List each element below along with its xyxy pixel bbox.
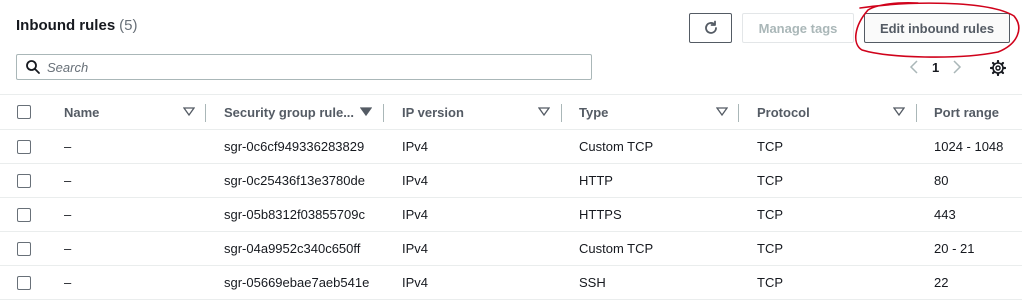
row-checkbox-cell	[17, 164, 31, 197]
cell-ip-version: IPv4	[402, 207, 429, 222]
search-icon	[25, 59, 41, 75]
search-field[interactable]	[16, 54, 592, 80]
cell-ip-version: IPv4	[402, 241, 429, 256]
select-all-checkbox[interactable]	[17, 105, 31, 119]
sort-icon[interactable]	[893, 106, 905, 118]
row-checkbox-cell	[17, 198, 31, 231]
cell-protocol: TCP	[757, 275, 783, 290]
cell-ip-version: IPv4	[402, 275, 429, 290]
column-divider[interactable]	[916, 104, 917, 122]
cell-protocol: TCP	[757, 173, 783, 188]
pagination: 1	[906, 56, 965, 78]
column-divider[interactable]	[738, 104, 739, 122]
row-checkbox[interactable]	[17, 139, 31, 154]
row-checkbox-cell	[17, 130, 31, 163]
column-divider[interactable]	[561, 104, 562, 122]
cell-ip-version: IPv4	[402, 173, 429, 188]
search-input[interactable]	[47, 59, 567, 75]
cell-port-range: 22	[934, 275, 949, 290]
row-checkbox[interactable]	[17, 241, 31, 256]
row-checkbox[interactable]	[17, 173, 31, 188]
edit-inbound-rules-button[interactable]: Edit inbound rules	[864, 13, 1010, 43]
sort-icon[interactable]	[360, 106, 372, 118]
inbound-rules-table: Name Security group rule... IP version T…	[0, 94, 1022, 300]
table-row[interactable]: – sgr-05b8312f03855709c IPv4 HTTPS TCP 4…	[0, 198, 1022, 232]
cell-protocol: TCP	[757, 139, 783, 154]
refresh-icon	[704, 20, 717, 34]
select-all-checkbox-cell	[17, 95, 31, 129]
current-page[interactable]: 1	[922, 60, 949, 75]
cell-port-range: 1024 - 1048	[934, 139, 1004, 154]
chevron-left-icon[interactable]	[906, 56, 922, 78]
cell-port-range: 80	[934, 173, 949, 188]
table-row[interactable]: – sgr-0c6cf949336283829 IPv4 Custom TCP …	[0, 130, 1022, 164]
cell-protocol: TCP	[757, 241, 783, 256]
table-row[interactable]: – sgr-0c25436f13e3780de IPv4 HTTP TCP 80	[0, 164, 1022, 198]
cell-type: Custom TCP	[579, 139, 654, 154]
refresh-button[interactable]	[689, 13, 732, 43]
table-row[interactable]: – sgr-04a9952c340c650ff IPv4 Custom TCP …	[0, 232, 1022, 266]
cell-port-range: 443	[934, 207, 956, 222]
row-checkbox-cell	[17, 232, 31, 265]
column-header-type[interactable]: Type	[579, 95, 608, 129]
cell-name: –	[64, 173, 72, 188]
cell-type: Custom TCP	[579, 241, 654, 256]
row-checkbox[interactable]	[17, 275, 31, 290]
column-header-rule-id[interactable]: Security group rule...	[224, 95, 354, 129]
column-header-protocol[interactable]: Protocol	[757, 95, 810, 129]
sort-icon[interactable]	[716, 106, 728, 118]
cell-rule-id: sgr-0c6cf949336283829	[224, 139, 365, 154]
cell-name: –	[64, 241, 72, 256]
column-header-name[interactable]: Name	[64, 95, 99, 129]
cell-name: –	[64, 275, 72, 290]
row-checkbox-cell	[17, 266, 31, 299]
column-header-ip-version[interactable]: IP version	[402, 95, 464, 129]
cell-rule-id: sgr-04a9952c340c650ff	[224, 241, 361, 256]
cell-name: –	[64, 207, 72, 222]
cell-name: –	[64, 139, 72, 154]
cell-type: HTTPS	[579, 207, 622, 222]
page-title: Inbound rules (5)	[16, 17, 138, 34]
cell-rule-id: sgr-05669ebae7aeb541e	[224, 275, 370, 290]
cell-rule-id: sgr-0c25436f13e3780de	[224, 173, 365, 188]
row-checkbox[interactable]	[17, 207, 31, 222]
cell-ip-version: IPv4	[402, 139, 429, 154]
cell-type: HTTP	[579, 173, 613, 188]
table-header: Name Security group rule... IP version T…	[0, 94, 1022, 130]
column-divider[interactable]	[205, 104, 206, 122]
gear-icon[interactable]	[988, 58, 1008, 78]
cell-protocol: TCP	[757, 207, 783, 222]
cell-type: SSH	[579, 275, 606, 290]
sort-icon[interactable]	[183, 106, 195, 118]
column-header-port-range[interactable]: Port range	[934, 95, 999, 129]
table-row[interactable]: – sgr-05669ebae7aeb541e IPv4 SSH TCP 22	[0, 266, 1022, 300]
manage-tags-button[interactable]: Manage tags	[742, 13, 854, 43]
sort-icon[interactable]	[538, 106, 550, 118]
chevron-right-icon[interactable]	[949, 56, 965, 78]
rule-count: (5)	[119, 17, 138, 34]
cell-rule-id: sgr-05b8312f03855709c	[224, 207, 365, 222]
column-divider[interactable]	[383, 104, 384, 122]
page-title-text: Inbound rules	[16, 17, 116, 34]
cell-port-range: 20 - 21	[934, 241, 975, 256]
